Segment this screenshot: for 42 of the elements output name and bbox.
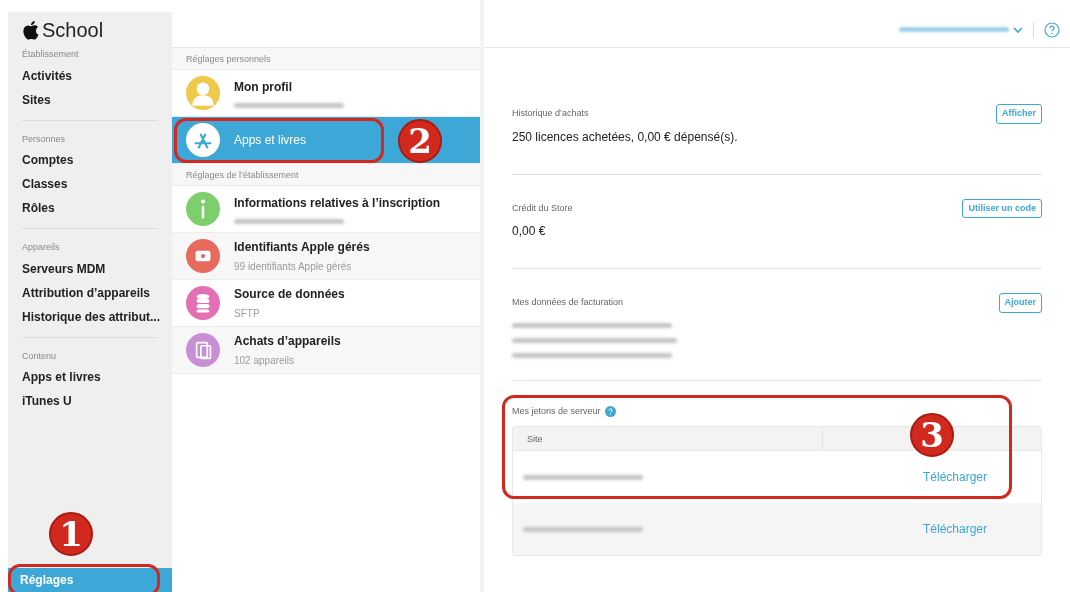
- sidebar-item[interactable]: Sites: [22, 87, 158, 112]
- item-title: Identifiants Apple gérés: [234, 239, 370, 256]
- sidebar-heading: Établissement: [22, 48, 80, 61]
- section-heading: Réglages personnels: [172, 48, 480, 70]
- settings-item[interactable]: Identifiants Apple gérés 99 identifiants Apple gérés: [172, 233, 480, 280]
- settings-item[interactable]: Achats d’appareils 102 appareils: [172, 327, 480, 374]
- section-value: 0,00 €: [512, 223, 547, 240]
- section-heading: Mes jetons de serveur: [512, 404, 601, 418]
- section-heading: Réglages de l’établissement: [172, 164, 480, 186]
- sidebar-item[interactable]: Attribution d’appareils: [22, 280, 158, 305]
- item-title: Informations relatives à l’inscription: [234, 195, 441, 212]
- sidebar-item[interactable]: Historique des attribut...: [22, 304, 158, 329]
- brand-name: School: [42, 20, 104, 40]
- sidebar-item[interactable]: iTunes U: [22, 389, 158, 413]
- column-header: Site: [513, 427, 823, 450]
- sidebar-item[interactable]: Serveurs MDM: [22, 256, 158, 281]
- callout-number: 1: [49, 512, 93, 556]
- help-icon[interactable]: [1044, 21, 1060, 38]
- account-menu[interactable]: [899, 25, 1023, 34]
- sidebar-item[interactable]: Activités: [22, 63, 158, 88]
- sidebar-item[interactable]: Classes: [22, 172, 158, 196]
- item-title: Source de données: [234, 286, 345, 303]
- item-subtitle: 99 identifiants Apple gérés: [234, 260, 353, 274]
- sidebar-item[interactable]: Apps et livres: [22, 365, 158, 389]
- item-title: Mon profil: [234, 79, 293, 96]
- sidebar-item[interactable]: Comptes: [22, 148, 158, 172]
- sidebar-heading: Personnes: [22, 132, 67, 146]
- section-heading: Crédit du Store: [512, 201, 573, 215]
- item-subtitle: SFTP: [234, 307, 261, 321]
- chevron-down-icon: [1013, 25, 1023, 34]
- callout-number: 3: [910, 412, 954, 457]
- sidebar-heading: Appareils: [22, 241, 61, 254]
- section-heading: Mes données de facturation: [512, 296, 624, 309]
- apple-logo-icon: [22, 20, 39, 40]
- section-value: 250 licences achetées, 0,00 € dépensé(s).: [512, 128, 739, 146]
- help-icon[interactable]: [604, 405, 616, 417]
- item-title: Apps et livres: [234, 132, 307, 149]
- sidebar-heading: Contenu: [22, 349, 58, 363]
- item-title: Achats d’appareils: [234, 333, 341, 350]
- item-subtitle: 102 appareils: [234, 354, 296, 368]
- sidebar-item[interactable]: Rôles: [22, 196, 158, 220]
- section-heading: Historique d’achats: [512, 107, 589, 120]
